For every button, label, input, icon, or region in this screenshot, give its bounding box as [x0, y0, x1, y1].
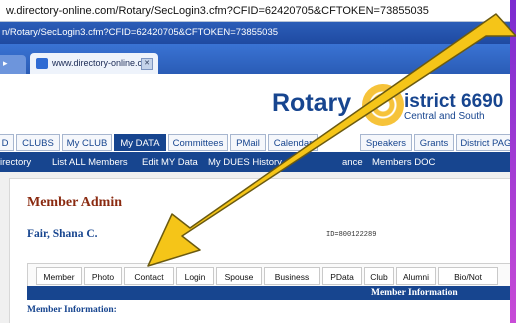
nav-item-my-club[interactable]: My CLUB	[62, 134, 112, 151]
frame-edge	[510, 0, 516, 323]
tab-business[interactable]: Business	[264, 267, 320, 285]
tab-club[interactable]: Club	[364, 267, 394, 285]
member-name: Fair, Shana C.	[27, 228, 98, 240]
tab-login[interactable]: Login	[176, 267, 214, 285]
nav-item-grants[interactable]: Grants	[414, 134, 454, 151]
tab-spouse[interactable]: Spouse	[216, 267, 262, 285]
tab-photo[interactable]: Photo	[84, 267, 122, 285]
section-label: Member Information:	[27, 305, 117, 315]
member-id: ID=800122289	[326, 231, 377, 239]
primary-nav: D CLUBS My CLUB My DATA Committees PMail…	[0, 133, 516, 154]
nav-item-calendar[interactable]: Calendar	[268, 134, 318, 151]
tab-icon: ▸	[3, 58, 8, 68]
section-header-bar: Member Information	[27, 286, 516, 300]
browser-tab-active[interactable]: www.directory-online.c... ✕	[30, 53, 158, 74]
tab-member[interactable]: Member	[36, 267, 82, 285]
close-icon[interactable]: ✕	[141, 58, 153, 70]
member-tabs: Member Photo Contact Login Spouse Busine…	[27, 263, 516, 286]
page-favicon-icon	[36, 58, 48, 69]
subnav-item-list-all-members[interactable]: List ALL Members	[52, 154, 128, 172]
district-subtitle: Central and South	[404, 111, 485, 122]
nav-item-d[interactable]: D	[0, 134, 14, 151]
browser-tab-label: www.directory-online.c...	[52, 58, 150, 68]
address-bar[interactable]: w.directory-online.com/Rotary/SecLogin3.…	[0, 0, 516, 22]
nav-item-speakers[interactable]: Speakers	[360, 134, 412, 151]
district-title: istrict 6690	[404, 91, 504, 112]
subnav-item-edit-my-data[interactable]: Edit MY Data	[142, 154, 198, 172]
rotary-logo-text: Rotary	[272, 89, 352, 117]
browser-tab-previous[interactable]: ▸	[0, 55, 26, 74]
nav-item-clubs[interactable]: CLUBS	[16, 134, 60, 151]
browser-tabstrip: ▸ www.directory-online.c... ✕	[0, 44, 516, 74]
screenshot: w.directory-online.com/Rotary/SecLogin3.…	[0, 0, 516, 323]
secondary-nav: irectory List ALL Members Edit MY Data M…	[0, 154, 516, 172]
rotary-wheel-icon	[362, 84, 404, 126]
section-header-title: Member Information	[371, 288, 458, 298]
nav-item-district-page[interactable]: District PAGE	[456, 134, 516, 151]
window-title: n/Rotary/SecLogin3.cfm?CFID=62420705&CFT…	[0, 22, 516, 44]
tab-bio-notes[interactable]: Bio/Not	[438, 267, 498, 285]
nav-item-my-data[interactable]: My DATA	[114, 134, 166, 151]
subnav-item-attendance[interactable]: ance	[342, 154, 363, 172]
page-title: Member Admin	[27, 195, 123, 210]
subnav-item-my-dues-history[interactable]: My DUES History	[208, 154, 282, 172]
subnav-item-directory[interactable]: irectory	[0, 154, 31, 172]
tab-contact[interactable]: Contact	[124, 267, 174, 285]
nav-item-pmail[interactable]: PMail	[230, 134, 266, 151]
subnav-item-members-doc[interactable]: Members DOC	[372, 154, 435, 172]
nav-item-committees[interactable]: Committees	[168, 134, 228, 151]
tab-alumni[interactable]: Alumni	[396, 267, 436, 285]
tab-pdata[interactable]: PData	[322, 267, 362, 285]
